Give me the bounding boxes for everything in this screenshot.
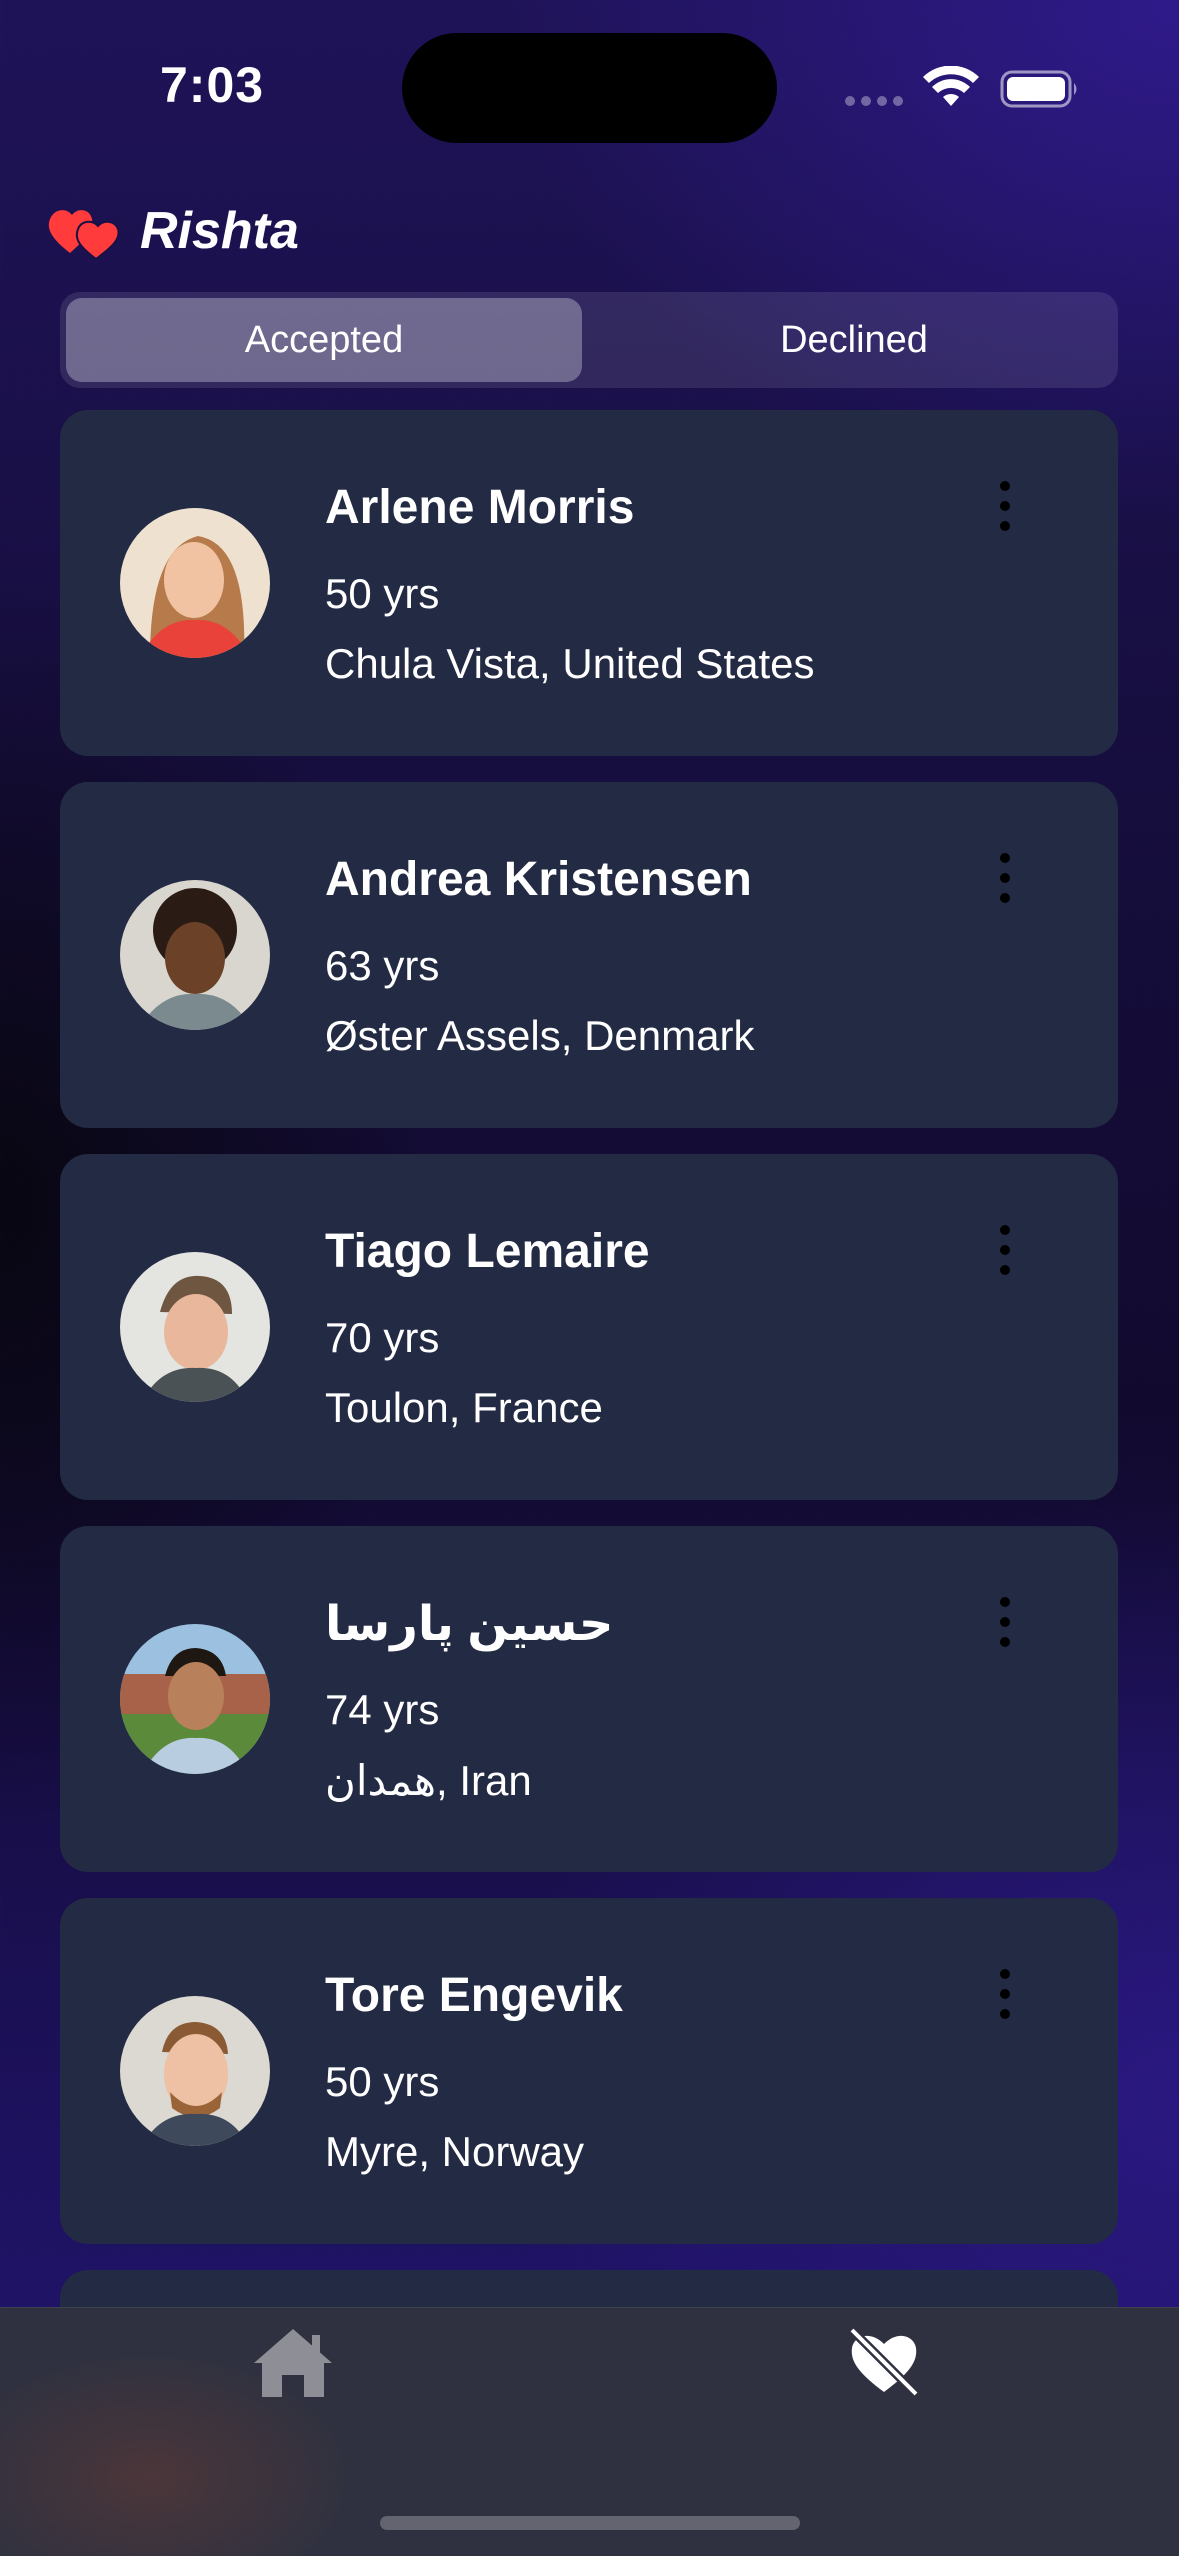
status-bar: 7:03 [0,0,1179,150]
tab-declined[interactable]: Declined [596,298,1112,382]
profile-name: حسين پارسا [325,1598,614,1651]
more-options-icon[interactable] [990,1220,1020,1280]
profile-location: Chula Vista, United States [325,640,815,687]
profile-card[interactable]: Tore Engevik 50 yrs Myre, Norway [60,1898,1118,2244]
profile-age: 70 yrs [325,1314,440,1361]
hearts-logo-icon [48,210,120,261]
profile-age: 50 yrs [325,570,440,617]
heart-slash-icon[interactable] [846,2326,922,2398]
app-header: Rishta [46,196,299,266]
more-options-icon[interactable] [990,848,1020,908]
profile-name: Arlene Morris [325,481,635,534]
profile-age: 50 yrs [325,2058,440,2105]
cellular-signal-icon [845,96,903,106]
profile-age: 74 yrs [325,1686,440,1733]
profile-list: Arlene Morris 50 yrs Chula Vista, United… [60,410,1118,2270]
profile-card[interactable]: Arlene Morris 50 yrs Chula Vista, United… [60,410,1118,756]
profile-location: Øster Assels, Denmark [325,1012,755,1059]
avatar [120,1252,270,1402]
dynamic-island [402,33,777,143]
battery-icon [1000,70,1077,108]
home-indicator [380,2516,800,2530]
more-options-icon[interactable] [990,1592,1020,1652]
status-segmented-control: Accepted Declined [60,292,1118,388]
profile-name: Andrea Kristensen [325,853,752,906]
profile-location: Myre, Norway [325,2128,585,2175]
profile-name: Tiago Lemaire [325,1225,650,1278]
profile-location: همدان, Iran [325,1757,532,1804]
avatar [120,880,270,1030]
avatar [120,1996,270,2146]
more-options-icon[interactable] [990,476,1020,536]
wifi-icon [923,66,979,106]
avatar [120,1624,270,1774]
profile-card[interactable]: حسين پارسا 74 yrs همدان, Iran [60,1526,1118,1872]
profile-card[interactable]: Andrea Kristensen 63 yrs Øster Assels, D… [60,782,1118,1128]
profile-card[interactable]: Tiago Lemaire 70 yrs Toulon, France [60,1154,1118,1500]
profile-location: Toulon, France [325,1384,603,1431]
tab-accepted[interactable]: Accepted [66,298,582,382]
home-icon[interactable] [250,2325,336,2401]
more-options-icon[interactable] [990,1964,1020,2024]
status-time: 7:03 [160,57,265,113]
profile-age: 63 yrs [325,942,440,989]
profile-name: Tore Engevik [325,1969,623,2022]
avatar [120,508,270,658]
app-title: Rishta [140,202,299,260]
